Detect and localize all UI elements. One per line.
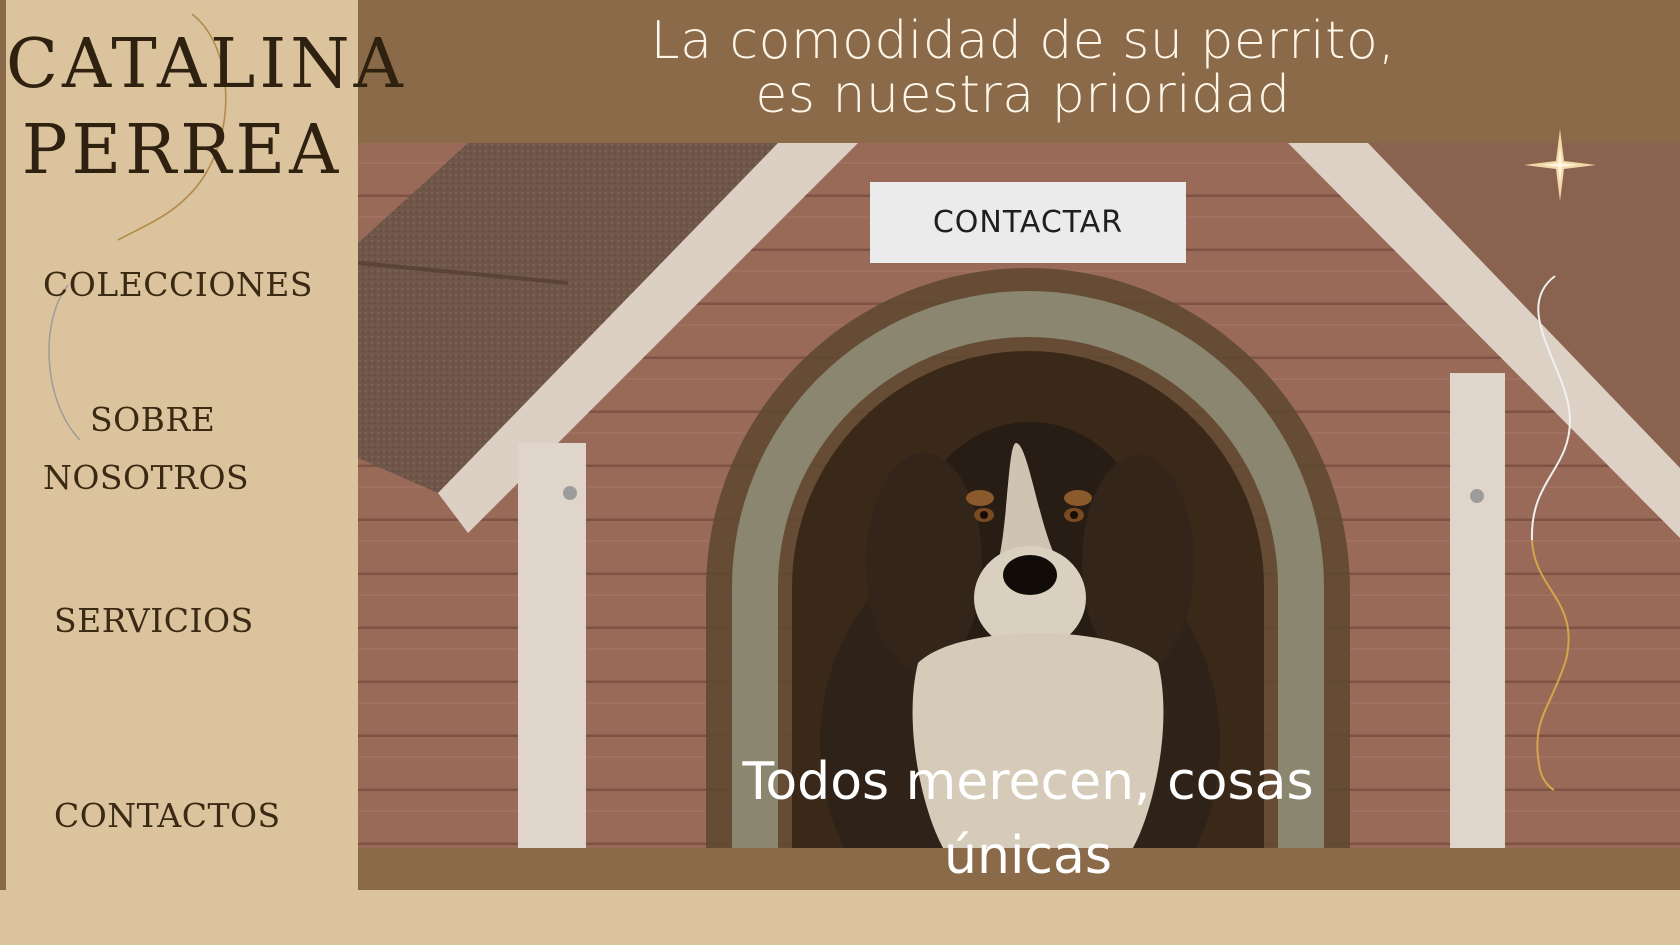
hero-tagline-line-1: Todos merecen, cosas	[742, 752, 1314, 812]
brand-line-2: PERREA	[21, 111, 343, 190]
brand-logo[interactable]: CATALINA PERREA	[6, 22, 407, 194]
contact-button[interactable]: CONTACTAR	[870, 182, 1186, 263]
brand-line-1: CATALINA	[6, 25, 407, 104]
nav-item-sobre-line-2: NOSOTROS	[43, 458, 250, 497]
hero-headline: La comodidad de su perrito, es nuestra p…	[358, 14, 1680, 122]
hero-tagline: Todos merecen, cosas únicas	[706, 745, 1350, 893]
nav-item-colecciones[interactable]: COLECCIONES	[43, 256, 313, 314]
hero-tagline-line-2: únicas	[944, 826, 1112, 886]
nav-item-sobre-nosotros[interactable]: SOBRE NOSOTROS	[43, 391, 303, 507]
sidebar: CATALINA PERREA COLECCIONES SOBRE NOSOTR…	[6, 0, 407, 890]
nav-item-sobre-line-1: SOBRE	[90, 400, 216, 439]
nav-item-servicios[interactable]: SERVICIOS	[54, 592, 254, 650]
hero-headline-line-2: es nuestra prioridad	[755, 65, 1291, 125]
hero-headline-line-1: La comodidad de su perrito,	[650, 11, 1396, 71]
nav-item-contactos[interactable]: CONTACTOS	[54, 787, 281, 845]
